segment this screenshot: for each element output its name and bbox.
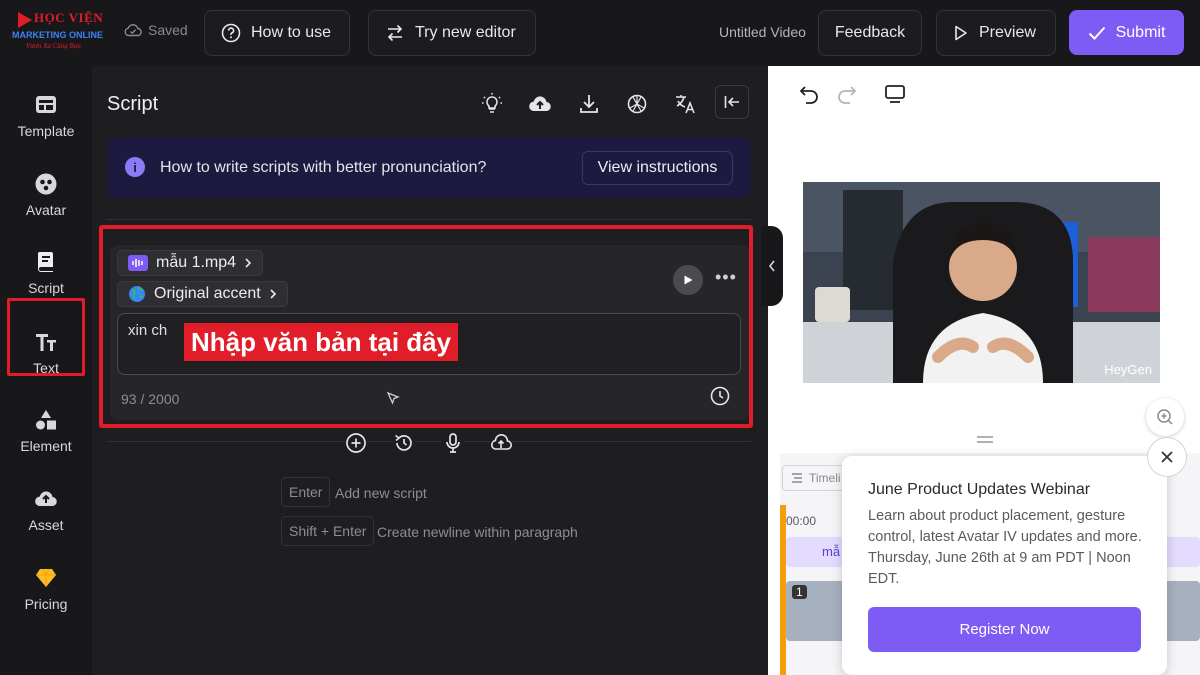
enter-key: Enter xyxy=(281,477,331,507)
check-icon xyxy=(1088,26,1105,40)
add-circle-icon[interactable] xyxy=(345,432,367,454)
submit-button[interactable]: Submit xyxy=(1069,10,1184,55)
cloud-check-icon xyxy=(124,24,142,37)
collapse-preview-handle[interactable] xyxy=(761,226,783,306)
lightbulb-icon[interactable] xyxy=(480,92,504,116)
left-sidebar: Template Avatar Script Text Element Asse… xyxy=(0,66,92,675)
sidebar-label-avatar: Avatar xyxy=(25,202,67,218)
divider xyxy=(107,219,751,220)
webinar-popup: June Product Updates Webinar Learn about… xyxy=(842,456,1167,675)
sidebar-label-template: Template xyxy=(17,123,75,139)
logo-line-1: HỌC VIỆN xyxy=(34,10,104,25)
avatar-icon xyxy=(35,173,57,195)
sidebar-label-asset: Asset xyxy=(28,517,64,533)
element-icon xyxy=(36,410,56,430)
script-card-highlight xyxy=(99,225,753,428)
enter-hint: Add new script xyxy=(335,485,427,501)
redo-icon[interactable] xyxy=(836,84,858,104)
how-to-use-label: How to use xyxy=(251,24,332,41)
sidebar-item-pricing[interactable]: Pricing xyxy=(0,554,92,624)
sidebar-label-script: Script xyxy=(28,280,64,296)
collapse-panel-button[interactable] xyxy=(715,85,749,119)
template-icon xyxy=(36,96,56,113)
popup-body: Learn about product placement, gesture c… xyxy=(868,508,1142,587)
zoom-button[interactable] xyxy=(1146,398,1184,436)
help-circle-icon xyxy=(221,23,241,43)
panel-title: Script xyxy=(107,93,159,115)
shift-enter-hint: Create newline within paragraph xyxy=(377,524,578,540)
time-start: 00:00 xyxy=(786,514,817,528)
script-panel: Script i How to write scripts with bette… xyxy=(92,66,768,675)
sidebar-label-element: Element xyxy=(20,438,72,454)
timeline-tab-label: Timeli xyxy=(809,471,841,485)
popup-title: June Product Updates Webinar xyxy=(868,481,1091,498)
diamond-icon xyxy=(36,568,56,587)
pause-history-icon[interactable] xyxy=(393,432,415,454)
pronunciation-banner: i How to write scripts with better pronu… xyxy=(107,137,751,198)
microphone-icon[interactable] xyxy=(442,432,464,454)
preview-button[interactable]: Preview xyxy=(936,10,1056,56)
top-bar: HỌC VIỆN MARKETING ONLINE Vươn Xa Cùng B… xyxy=(0,0,1200,66)
video-preview[interactable]: HeyGen xyxy=(803,182,1160,383)
logo-line-2: MARKETING ONLINE xyxy=(12,30,103,40)
play-outline-icon xyxy=(955,25,967,41)
aspect-ratio-icon[interactable] xyxy=(884,84,906,104)
submit-label: Submit xyxy=(1115,23,1166,41)
collapse-left-icon xyxy=(724,96,739,108)
swap-arrows-icon xyxy=(387,24,403,42)
script-icon xyxy=(38,252,53,272)
chevron-left-icon xyxy=(768,260,775,272)
sidebar-label-pricing: Pricing xyxy=(24,596,68,612)
sidebar-label-text: Text xyxy=(33,360,59,376)
close-popup-button[interactable] xyxy=(1147,437,1187,477)
try-new-editor-label: Try new editor xyxy=(415,24,516,41)
info-icon: i xyxy=(125,157,145,177)
resize-handle[interactable] xyxy=(977,436,993,443)
close-icon xyxy=(1161,451,1173,463)
sidebar-item-avatar[interactable]: Avatar xyxy=(0,160,92,230)
feedback-button[interactable]: Feedback xyxy=(818,10,922,56)
toolbar-divider xyxy=(107,441,751,442)
banner-text: How to write scripts with better pronunc… xyxy=(160,159,487,176)
undo-icon[interactable] xyxy=(798,84,820,104)
openai-icon[interactable] xyxy=(625,92,649,116)
timeline-icon xyxy=(792,473,802,483)
how-to-use-button[interactable]: How to use xyxy=(204,10,350,56)
timeline-tab[interactable]: Timeli xyxy=(782,465,850,491)
preview-label: Preview xyxy=(979,24,1036,41)
download-icon[interactable] xyxy=(577,92,601,116)
avatar-video-frame xyxy=(803,182,1160,383)
heygen-watermark: HeyGen xyxy=(1104,362,1152,377)
scene-number: 1 xyxy=(792,585,807,599)
sidebar-item-element[interactable]: Element xyxy=(0,396,92,466)
text-icon xyxy=(36,334,56,351)
asset-icon xyxy=(35,491,57,507)
sidebar-item-template[interactable]: Template xyxy=(0,81,92,151)
sidebar-item-asset[interactable]: Asset xyxy=(0,475,92,545)
zoom-in-icon xyxy=(1157,409,1173,425)
shift-enter-key: Shift + Enter xyxy=(281,516,375,546)
cloud-upload-icon[interactable] xyxy=(528,92,552,116)
sidebar-item-text[interactable]: Text xyxy=(0,318,92,388)
logo-line-3: Vươn Xa Cùng Bạn xyxy=(26,42,81,50)
view-instructions-button[interactable]: View instructions xyxy=(582,151,733,185)
try-new-editor-button[interactable]: Try new editor xyxy=(368,10,536,56)
translate-icon[interactable] xyxy=(673,92,697,116)
brand-logo: HỌC VIỆN MARKETING ONLINE Vươn Xa Cùng B… xyxy=(8,8,108,56)
video-title[interactable]: Untitled Video xyxy=(719,24,806,40)
feedback-label: Feedback xyxy=(834,24,906,41)
saved-status: Saved xyxy=(124,22,188,38)
register-now-button[interactable]: Register Now xyxy=(868,607,1141,652)
voice-track-label: mẫ xyxy=(822,544,841,559)
saved-label: Saved xyxy=(148,22,188,38)
upload-audio-icon[interactable] xyxy=(490,432,512,454)
logo-mark xyxy=(18,12,32,28)
